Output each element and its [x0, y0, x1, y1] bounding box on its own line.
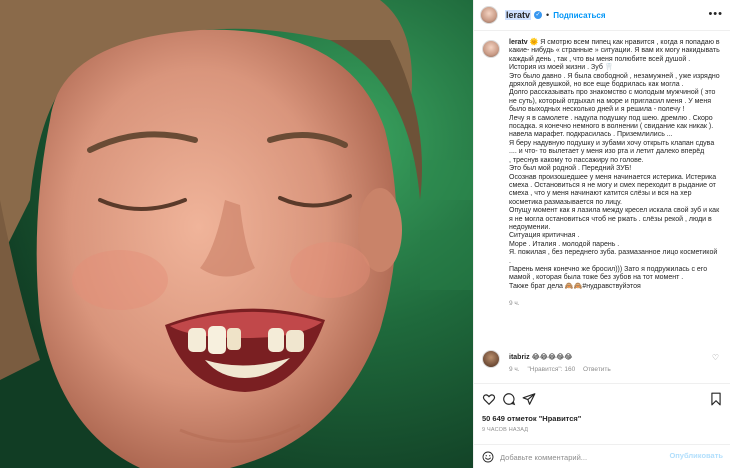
add-comment-bar: Опубликовать: [474, 444, 730, 468]
comment-input[interactable]: [500, 450, 680, 464]
caption-line: .: [509, 257, 511, 265]
comment-meta: 9 ч. "Нравится": 160 Ответить: [509, 366, 617, 373]
likes-number: 50 649: [482, 414, 505, 423]
more-horizontal-icon[interactable]: •••: [708, 8, 723, 20]
comment-text: itabriz 😂😂😂😂😂: [509, 353, 572, 361]
caption-line: Я беру надувную подушку и зубами хочу от…: [509, 139, 715, 147]
caption-line: я не могла остановиться чтоб не ржать . …: [509, 215, 712, 223]
header-separator: •: [546, 10, 550, 20]
caption-line: мамой , которая была тоже без зубов на т…: [509, 274, 684, 282]
caption-line: косметика размазывается по лицу.: [509, 198, 622, 206]
post-header: leratv ✓ • Подписаться •••: [474, 0, 730, 31]
caption-line: , треснув какому то пассажиру по голове.: [509, 156, 644, 164]
caption-line: не суть), который отдыхал на море и приг…: [509, 97, 711, 105]
heart-outline-icon[interactable]: ♡: [712, 353, 719, 362]
caption-line: История из моей жизни . Зуб 🦷: [509, 64, 614, 72]
caption-line: Лечу я в самолете . надула подушку под ш…: [509, 114, 713, 122]
comment-item: itabriz 😂😂😂😂😂 9 ч. "Нравится": 160 Ответ…: [482, 350, 723, 380]
likes-count[interactable]: 50 649 отметок "Нравится": [482, 414, 581, 423]
heart-outline-icon[interactable]: [482, 392, 496, 406]
caption-line: Осознав произошедшее у меня начинается и…: [509, 173, 717, 181]
post-actions: [474, 383, 730, 413]
post-side-panel: leratv ✓ • Подписаться ••• leratv 🌞 Я см…: [473, 0, 730, 468]
caption-line: Также брат дела 🙈🙈#нудравствуйэтоя: [509, 282, 641, 290]
caption-line: было выходных несколько дней и я решила …: [509, 106, 685, 114]
caption-line: смеха . Остановиться я не могу и смех пе…: [509, 181, 716, 189]
caption-line: посадка. я конечно немного в волнении ( …: [509, 123, 714, 131]
caption-line: смеха , что у меня начинают катится слёз…: [509, 190, 692, 198]
caption-line: Это был мой родной . Передний ЗУБ!: [509, 165, 632, 173]
caption-line: какие- нибудь « странные » ситуации. Я в…: [509, 47, 720, 55]
commenter-avatar[interactable]: [482, 350, 500, 368]
author-avatar[interactable]: [480, 6, 498, 24]
post-timestamp[interactable]: 9 ЧАСОВ НАЗАД: [482, 427, 528, 433]
likes-label: отметок "Нравится": [507, 414, 582, 423]
publish-button[interactable]: Опубликовать: [669, 451, 723, 460]
caption-line: каждый день , так , что вы меня полюбите…: [509, 55, 691, 63]
caption-line: Море . Италия . молодой парень .: [509, 240, 620, 248]
caption-line: недоумении.: [509, 223, 551, 231]
caption-line: Опущу момент как я лазила между кресел и…: [509, 207, 720, 215]
caption-author-avatar[interactable]: [482, 40, 500, 58]
caption-line: Я. пожилая , без переднего зуба. размаза…: [509, 249, 718, 257]
caption-line: .... и что- то вылетает у меня изо рта и…: [509, 148, 705, 156]
bookmark-icon[interactable]: [709, 392, 723, 406]
verified-icon: ✓: [534, 11, 543, 19]
follow-button[interactable]: Подписаться: [553, 11, 605, 20]
caption-line: 🌞 Я смотрю всем пипец как нравится , ког…: [529, 39, 720, 46]
comment-likes[interactable]: "Нравится": 160: [527, 366, 575, 373]
commenter-username[interactable]: itabriz: [509, 354, 530, 361]
comment-reply-button[interactable]: Ответить: [583, 366, 611, 373]
caption-timestamp[interactable]: 9 ч.: [509, 300, 723, 307]
comment-icon[interactable]: [502, 392, 516, 406]
paper-plane-icon[interactable]: [522, 392, 536, 406]
caption-line: Долго рассказывать про знакомство с моло…: [509, 89, 716, 97]
caption-line: Это было давно . Я была свободной , неза…: [509, 72, 720, 80]
comment-time[interactable]: 9 ч.: [509, 366, 520, 373]
author-username[interactable]: leratv: [505, 10, 532, 20]
post-caption: leratv 🌞 Я смотрю всем пипец как нравитс…: [509, 39, 723, 291]
post-photo-image: [0, 0, 473, 468]
post-photo[interactable]: [0, 0, 473, 468]
caption-line: Ситуация критичная .: [509, 232, 580, 240]
smile-icon[interactable]: [482, 451, 494, 463]
caption-username[interactable]: leratv: [509, 39, 528, 46]
comment-body: 😂😂😂😂😂: [531, 354, 573, 361]
comments-scroll-area[interactable]: leratv 🌞 Я смотрю всем пипец как нравитс…: [474, 31, 730, 381]
caption-line: навела марафет. подкрасилась . Приземлил…: [509, 131, 673, 139]
